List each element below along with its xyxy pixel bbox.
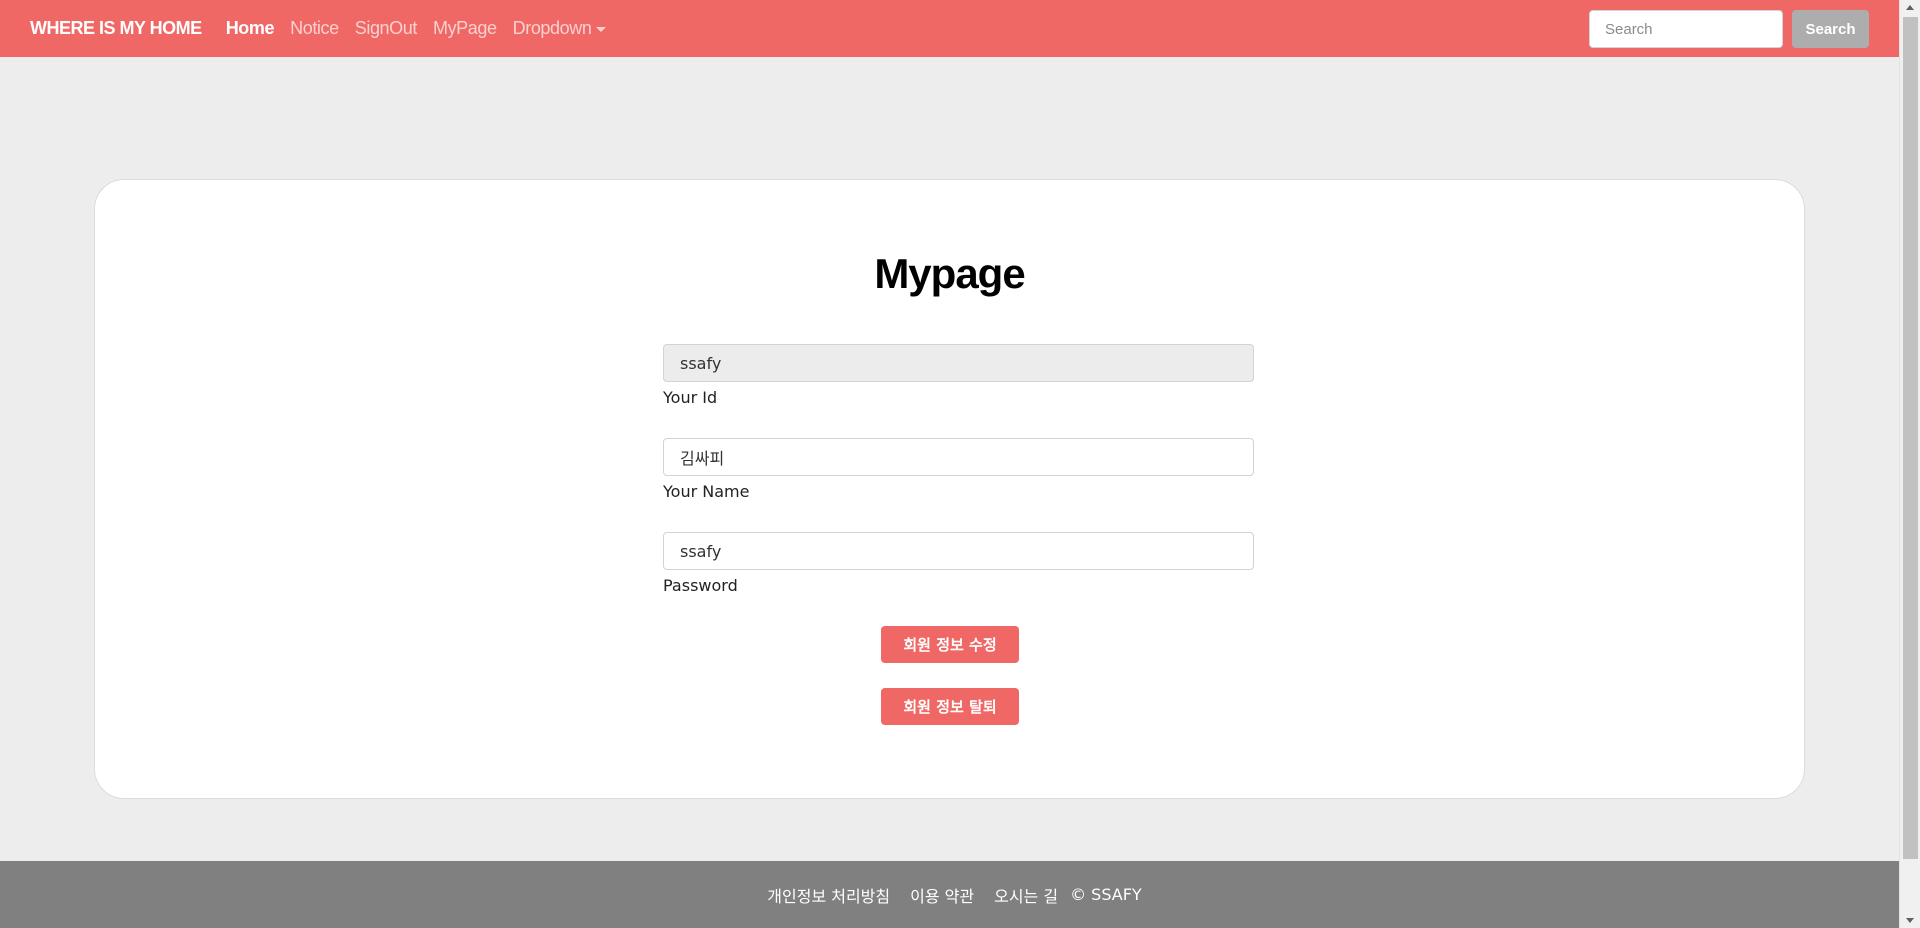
footer-link-directions[interactable]: 오시는 길 xyxy=(994,883,1058,907)
footer-link-privacy[interactable]: 개인정보 처리방침 xyxy=(767,883,890,907)
nav-link-signout[interactable]: SignOut xyxy=(355,18,418,39)
footer-copyright: © SSAFY xyxy=(1070,885,1142,904)
search-input[interactable] xyxy=(1589,10,1783,48)
caret-down-icon xyxy=(596,26,607,32)
password-field-label: Password xyxy=(663,576,738,595)
top-navbar: WHERE IS MY HOME Home Notice SignOut MyP… xyxy=(0,0,1899,57)
nav-dropdown-toggle[interactable]: Dropdown xyxy=(513,18,607,39)
mypage-card: Mypage Your Id Your Name Password 회원 정보 … xyxy=(94,179,1805,799)
footer: 개인정보 처리방침 이용 약관 오시는 길 © SSAFY xyxy=(0,861,1899,928)
id-field[interactable] xyxy=(663,344,1254,382)
id-field-group: Your Id xyxy=(663,344,1254,407)
search-button[interactable]: Search xyxy=(1792,10,1869,48)
brand-logo[interactable]: WHERE IS MY HOME xyxy=(30,18,202,39)
scroll-down-arrow-icon[interactable] xyxy=(1906,918,1914,923)
update-member-button[interactable]: 회원 정보 수정 xyxy=(881,626,1019,663)
nav-links: Home Notice SignOut MyPage Dropdown xyxy=(226,18,623,39)
name-field-label: Your Name xyxy=(663,482,750,501)
scroll-up-arrow-icon[interactable] xyxy=(1906,5,1914,10)
nav-dropdown-label: Dropdown xyxy=(512,18,592,38)
nav-link-mypage[interactable]: MyPage xyxy=(433,18,497,39)
id-field-label: Your Id xyxy=(663,388,718,407)
page-title: Mypage xyxy=(874,250,1025,297)
name-field[interactable] xyxy=(663,438,1254,476)
page-scrollbar[interactable] xyxy=(1899,0,1920,928)
password-field[interactable] xyxy=(663,532,1254,570)
nav-search-form: Search xyxy=(1589,10,1869,48)
nav-link-notice[interactable]: Notice xyxy=(290,18,339,39)
name-field-group: Your Name xyxy=(663,438,1254,501)
footer-link-terms[interactable]: 이용 약관 xyxy=(910,883,974,907)
scroll-thumb[interactable] xyxy=(1903,17,1918,859)
nav-link-home[interactable]: Home xyxy=(226,18,275,39)
password-field-group: Password xyxy=(663,532,1254,595)
withdraw-member-button[interactable]: 회원 정보 탈퇴 xyxy=(881,688,1019,725)
